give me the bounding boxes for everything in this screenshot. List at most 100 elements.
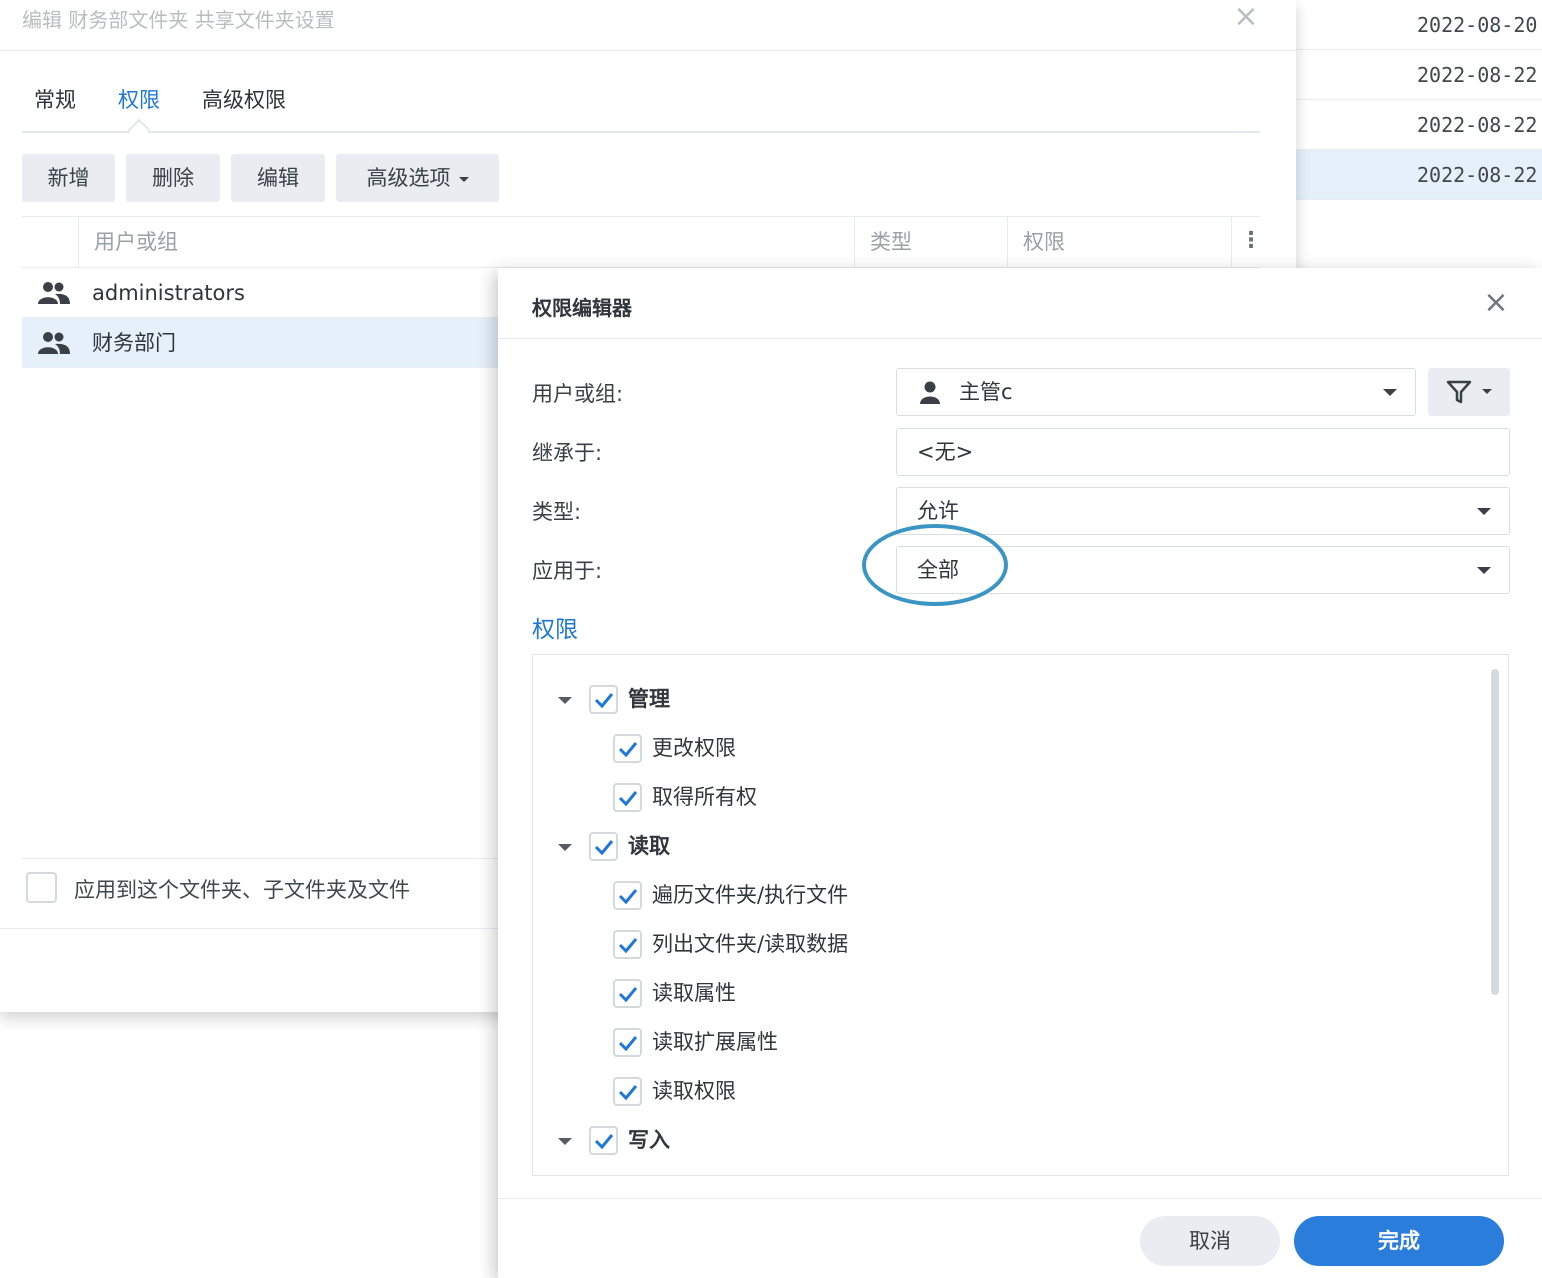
column-header-permission[interactable]: 权限 [1023,217,1065,268]
checkbox[interactable] [613,1077,642,1106]
checkbox[interactable] [613,1028,642,1057]
apply-to-select-value: 全部 [917,558,959,582]
tree-label: 读取权限 [652,1079,736,1103]
tree-item-take-ownership[interactable]: 取得所有权 [533,773,1473,822]
apply-to-select[interactable]: 全部 [896,546,1510,594]
advanced-options-label: 高级选项 [366,166,451,190]
caret-down-icon[interactable] [558,1138,572,1145]
checkbox[interactable] [613,881,642,910]
checkbox[interactable] [589,1126,618,1155]
list-item[interactable]: 2022-08-22 [1296,100,1542,150]
divider [498,338,1542,339]
tree-group-write[interactable]: 写入 [533,1116,1473,1165]
filter-icon [1446,380,1472,404]
cancel-button[interactable]: 取消 [1140,1216,1280,1266]
tree-label: 读取 [628,834,670,858]
user-select[interactable]: 主管c [896,368,1416,416]
divider [498,1198,1542,1199]
tree-item-read-permissions[interactable]: 读取权限 [533,1067,1473,1116]
checkbox[interactable] [589,685,618,714]
apply-to-subfolders-label: 应用到这个文件夹、子文件夹及文件 [74,878,410,902]
user-icon [920,381,940,404]
user-field-label: 用户或组: [532,382,624,406]
tree-item-read-attributes[interactable]: 读取属性 [533,969,1473,1018]
delete-button[interactable]: 删除 [126,154,220,202]
chevron-down-icon [1477,508,1491,515]
close-icon[interactable]: × [1230,0,1262,36]
inherit-field: <无> [896,428,1510,476]
row-name: 财务部门 [92,331,176,355]
column-header-user[interactable]: 用户或组 [94,217,178,268]
divider [0,50,1296,51]
more-vertical-icon[interactable]: ⋮ [1240,217,1262,268]
caret-down-icon[interactable] [558,697,572,704]
scrollbar[interactable] [1491,669,1499,995]
tab-general[interactable]: 常规 [34,84,76,114]
permission-editor-dialog: 权限编辑器 × 用户或组: 主管c 继承于: <无> 类型: 允许 应用于: 全… [498,268,1542,1278]
tree-label: 更改权限 [652,736,736,760]
column-divider [1231,217,1232,268]
dialog-title: 权限编辑器 [532,296,632,320]
caret-down-icon[interactable] [558,844,572,851]
check-icon [618,987,638,1003]
add-button[interactable]: 新增 [22,154,115,202]
tree-label: 列出文件夹/读取数据 [652,932,849,956]
tree-item-list-folder[interactable]: 列出文件夹/读取数据 [533,920,1473,969]
close-icon[interactable]: × [1480,286,1512,322]
tree-item-change-permissions[interactable]: 更改权限 [533,724,1473,773]
advanced-options-button[interactable]: 高级选项 [336,154,499,202]
user-group-icon [38,332,70,354]
row-name: administrators [92,281,245,305]
tab-permissions[interactable]: 权限 [118,84,160,114]
tree-label: 写入 [628,1128,670,1152]
checkbox[interactable] [613,979,642,1008]
inherit-field-label: 继承于: [532,441,603,465]
check-icon [618,1085,638,1101]
tree-label: 取得所有权 [652,785,757,809]
tree-item-traverse[interactable]: 遍历文件夹/执行文件 [533,871,1473,920]
apply-to-field-label: 应用于: [532,559,603,583]
tree-item-read-extended-attributes[interactable]: 读取扩展属性 [533,1018,1473,1067]
checkbox[interactable] [613,783,642,812]
date-text: 2022-08-20 [1417,13,1538,37]
user-select-value: 主管c [959,380,1013,404]
dialog-title: 编辑 财务部文件夹 共享文件夹设置 [22,8,335,32]
date-text: 2022-08-22 [1417,163,1538,187]
tab-advanced-permissions[interactable]: 高级权限 [202,84,286,114]
done-button[interactable]: 完成 [1294,1216,1504,1266]
chevron-down-icon [1477,567,1491,574]
type-select-value: 允许 [917,499,959,523]
checkbox[interactable] [613,930,642,959]
list-item[interactable]: 2022-08-22 [1296,150,1542,200]
permission-tree: 管理 更改权限 取得所有权 读取 遍历文件夹/执行文件 列出文件夹/读取数据 读… [532,654,1509,1176]
check-icon [618,791,638,807]
list-item[interactable]: 2022-08-20 [1296,0,1542,50]
column-header-type[interactable]: 类型 [870,217,912,268]
permission-grid-header: 用户或组 类型 权限 ⋮ [22,216,1262,268]
tree-group-manage[interactable]: 管理 [533,675,1473,724]
date-text: 2022-08-22 [1417,113,1538,137]
type-field-label: 类型: [532,500,582,524]
edit-button[interactable]: 编辑 [231,154,325,202]
inherit-field-value: <无> [917,440,974,464]
tree-label: 管理 [628,687,670,711]
permissions-section-title: 权限 [532,617,578,643]
type-select[interactable]: 允许 [896,487,1510,535]
apply-to-subfolders-checkbox[interactable] [26,872,57,903]
checkbox[interactable] [589,832,618,861]
date-text: 2022-08-22 [1417,63,1538,87]
check-icon [594,693,614,709]
tab-bar-divider [22,131,1260,133]
list-item[interactable]: 2022-08-22 [1296,50,1542,100]
tree-group-read[interactable]: 读取 [533,822,1473,871]
chevron-down-icon [1482,389,1492,394]
chevron-down-icon [458,176,469,182]
column-divider [78,217,79,268]
filter-button[interactable] [1428,368,1510,416]
active-tab-indicator [127,118,151,142]
check-icon [618,742,638,758]
check-icon [594,1134,614,1150]
checkbox[interactable] [613,734,642,763]
tree-label: 遍历文件夹/执行文件 [652,883,849,907]
check-icon [618,938,638,954]
